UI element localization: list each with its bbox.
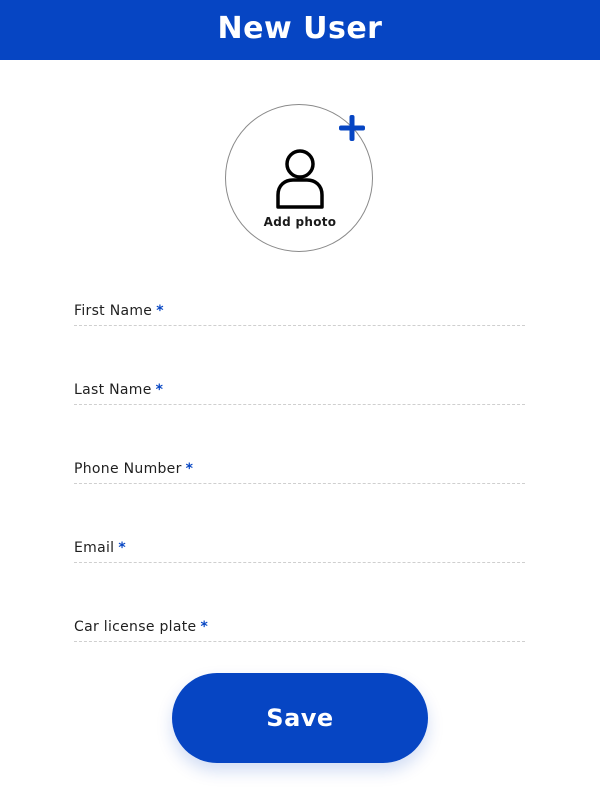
field-underline (74, 641, 525, 642)
email-field[interactable]: Email * (74, 540, 529, 570)
person-icon (276, 149, 324, 209)
plus-icon[interactable] (338, 114, 366, 142)
new-user-screen: New User Add photo First Name * Last Name… (0, 0, 600, 800)
license-plate-field[interactable]: Car license plate * (74, 619, 529, 649)
app-header: New User (0, 0, 600, 60)
last-name-field[interactable]: Last Name * (74, 382, 529, 412)
field-underline (74, 562, 525, 563)
phone-number-field[interactable]: Phone Number * (74, 461, 529, 491)
save-label: Save (266, 704, 334, 732)
page-title: New User (217, 10, 383, 46)
field-underline (74, 404, 525, 405)
add-photo-label: Add photo (263, 215, 337, 229)
field-underline (74, 325, 525, 326)
save-button[interactable]: Save (172, 673, 428, 763)
first-name-field[interactable]: First Name * (74, 303, 529, 333)
field-underline (74, 483, 525, 484)
